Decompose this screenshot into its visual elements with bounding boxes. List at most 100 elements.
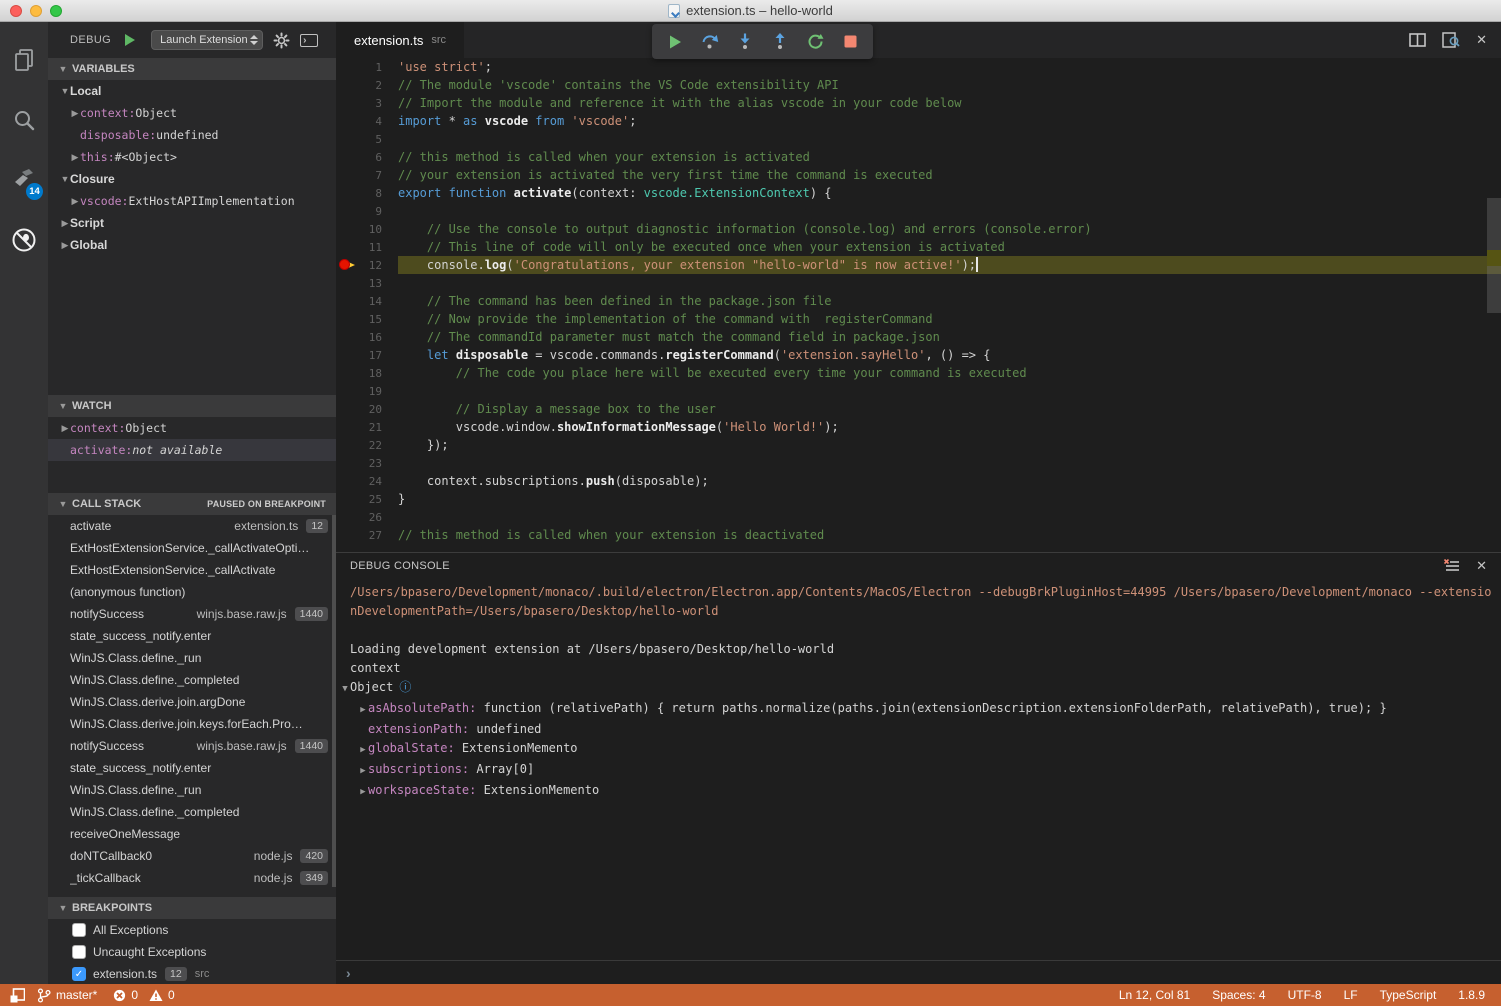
close-panel-icon[interactable]: ✕	[1476, 558, 1487, 574]
console-property-row[interactable]: ▶asAbsolutePath: function (relativePath)…	[350, 699, 1493, 720]
console-property-row[interactable]: extensionPath: undefined	[350, 720, 1493, 739]
variable-row[interactable]: ▶this: #<Object>	[48, 146, 336, 168]
line-number-gutter[interactable]: 3	[336, 94, 398, 112]
line-number-gutter[interactable]: 5	[336, 130, 398, 148]
callstack-frame-row[interactable]: WinJS.Class.derive.join.argDone	[48, 691, 336, 713]
continue-button[interactable]	[662, 29, 688, 55]
restart-button[interactable]	[802, 29, 828, 55]
eol-indicator[interactable]: LF	[1344, 988, 1358, 1002]
console-property-row[interactable]: ▶globalState: ExtensionMemento	[350, 739, 1493, 760]
zoom-window-button[interactable]	[50, 5, 62, 17]
sidebar-item-explorer[interactable]	[0, 34, 48, 86]
sidebar-item-git[interactable]: 14	[0, 154, 48, 206]
start-debug-icon[interactable]	[125, 34, 135, 46]
watch-row[interactable]: activate: not available	[48, 439, 336, 461]
callstack-frame-row[interactable]: _tickCallbacknode.js349	[48, 867, 336, 889]
line-number-gutter[interactable]: 16	[336, 328, 398, 346]
variable-scope-row[interactable]: ▼Local	[48, 80, 336, 102]
callstack-frame-row[interactable]: ExtHostExtensionService._callActivateOpt…	[48, 537, 336, 559]
line-number-gutter[interactable]: 19	[336, 382, 398, 400]
callstack-frame-row[interactable]: doNTCallback0node.js420	[48, 845, 336, 867]
line-number-gutter[interactable]: 26	[336, 508, 398, 526]
line-number-gutter[interactable]: 25	[336, 490, 398, 508]
line-number-gutter[interactable]: 12	[336, 256, 398, 274]
variable-row[interactable]: disposable: undefined	[48, 124, 336, 146]
line-number-gutter[interactable]: 11	[336, 238, 398, 256]
code-editor[interactable]: 1'use strict';2// The module 'vscode' co…	[336, 58, 1501, 552]
line-number-gutter[interactable]: 15	[336, 310, 398, 328]
line-number-gutter[interactable]: 20	[336, 400, 398, 418]
line-number-gutter[interactable]: 8	[336, 184, 398, 202]
breakpoint-row[interactable]: Uncaught Exceptions	[48, 941, 336, 963]
step-over-button[interactable]	[697, 29, 723, 55]
feedback-icon[interactable]	[10, 988, 25, 1003]
line-number-gutter[interactable]: 1	[336, 58, 398, 76]
variables-section-header[interactable]: ▼ VARIABLES	[48, 58, 336, 80]
line-number-gutter[interactable]: 24	[336, 472, 398, 490]
variable-scope-row[interactable]: ▶Script	[48, 212, 336, 234]
variable-row[interactable]: ▶context: Object	[48, 102, 336, 124]
problems-indicator[interactable]: 0 0	[109, 984, 178, 1006]
breakpoint-row[interactable]: All Exceptions	[48, 919, 336, 941]
line-number-gutter[interactable]: 2	[336, 76, 398, 94]
console-output[interactable]: /Users/bpasero/Development/monaco/.build…	[336, 579, 1501, 960]
callstack-frame-row[interactable]: activateextension.ts12	[48, 515, 336, 537]
close-window-button[interactable]	[10, 5, 22, 17]
step-out-button[interactable]	[767, 29, 793, 55]
line-number-gutter[interactable]: 17	[336, 346, 398, 364]
callstack-frame-row[interactable]: WinJS.Class.define._run	[48, 779, 336, 801]
callstack-frame-row[interactable]: state_success_notify.enter	[48, 625, 336, 647]
minimize-window-button[interactable]	[30, 5, 42, 17]
breakpoint-checkbox[interactable]	[72, 945, 86, 959]
line-number-gutter[interactable]: 21	[336, 418, 398, 436]
git-branch-indicator[interactable]: master*	[33, 984, 101, 1006]
callstack-frame-row[interactable]: state_success_notify.enter	[48, 757, 336, 779]
line-number-gutter[interactable]: 18	[336, 364, 398, 382]
variable-scope-row[interactable]: ▶Global	[48, 234, 336, 256]
callstack-frame-row[interactable]: notifySuccesswinjs.base.raw.js1440	[48, 735, 336, 757]
line-number-gutter[interactable]: 23	[336, 454, 398, 472]
line-number-gutter[interactable]: 22	[336, 436, 398, 454]
line-number-gutter[interactable]: 27	[336, 526, 398, 544]
callstack-frame-row[interactable]: notifySuccesswinjs.base.raw.js1440	[48, 603, 336, 625]
callstack-frame-row[interactable]: WinJS.Class.define._run	[48, 647, 336, 669]
line-number-gutter[interactable]: 6	[336, 148, 398, 166]
console-property-row[interactable]: ▶subscriptions: Array[0]	[350, 760, 1493, 781]
breakpoint-checkbox[interactable]: ✓	[72, 967, 86, 981]
sidebar-item-search[interactable]	[0, 94, 48, 146]
line-number-gutter[interactable]: 9	[336, 202, 398, 220]
encoding-indicator[interactable]: UTF-8	[1288, 988, 1322, 1002]
watch-row[interactable]: ▶context: Object	[48, 417, 336, 439]
line-number-gutter[interactable]: 10	[336, 220, 398, 238]
sidebar-item-debug[interactable]	[0, 214, 48, 266]
line-number-gutter[interactable]: 7	[336, 166, 398, 184]
callstack-frame-row[interactable]: WinJS.Class.derive.join.keys.forEach.Pro…	[48, 713, 336, 735]
configure-gear-icon[interactable]	[273, 32, 290, 49]
clear-console-icon[interactable]	[1444, 559, 1460, 573]
console-property-row[interactable]: ▶workspaceState: ExtensionMemento	[350, 781, 1493, 802]
callstack-frame-row[interactable]: WinJS.Class.define._completed	[48, 669, 336, 691]
callstack-frame-row[interactable]: (anonymous function)	[48, 581, 336, 603]
stop-button[interactable]	[837, 29, 863, 55]
debug-config-select[interactable]: Launch Extension	[151, 30, 263, 50]
open-repl-icon[interactable]: ›	[300, 34, 318, 47]
breakpoints-section-header[interactable]: ▼ BREAKPOINTS	[48, 897, 336, 919]
tab-extension-ts[interactable]: extension.ts src	[336, 22, 464, 58]
language-indicator[interactable]: TypeScript	[1380, 988, 1437, 1002]
callstack-frame-row[interactable]: ExtHostExtensionService._callActivate	[48, 559, 336, 581]
line-number-gutter[interactable]: 14	[336, 292, 398, 310]
line-number-gutter[interactable]: 4	[336, 112, 398, 130]
console-object-header[interactable]: ▼Objectⓘ	[340, 678, 1493, 699]
close-editor-icon[interactable]: ✕	[1476, 32, 1487, 48]
indentation-indicator[interactable]: Spaces: 4	[1212, 988, 1265, 1002]
variable-scope-row[interactable]: ▼Closure	[48, 168, 336, 190]
callstack-frame-row[interactable]: WinJS.Class.define._completed	[48, 801, 336, 823]
breakpoint-checkbox[interactable]	[72, 923, 86, 937]
line-number-gutter[interactable]: 13	[336, 274, 398, 292]
split-editor-icon[interactable]	[1409, 33, 1426, 47]
sidebar-scrollbar[interactable]	[332, 515, 336, 887]
cursor-position[interactable]: Ln 12, Col 81	[1119, 988, 1190, 1002]
breakpoint-row[interactable]: ✓extension.ts12src	[48, 963, 336, 984]
variable-row[interactable]: ▶vscode: ExtHostAPIImplementation	[48, 190, 336, 212]
step-into-button[interactable]	[732, 29, 758, 55]
